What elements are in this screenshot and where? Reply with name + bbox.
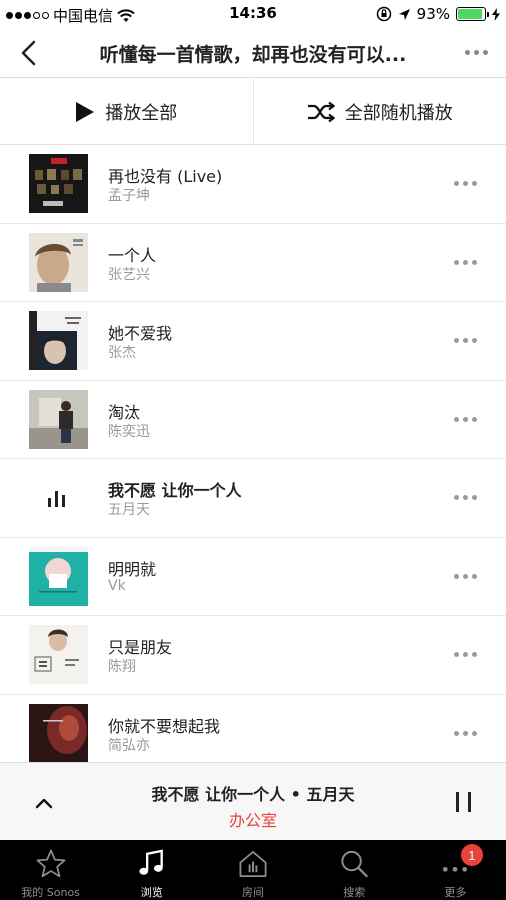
track-row[interactable]: 再也没有 (Live) 孟子坤 xyxy=(0,145,506,224)
play-actions: 播放全部 全部随机播放 xyxy=(0,79,506,145)
now-playing-track: 我不愿 让你一个人 • 五月天 xyxy=(151,785,355,804)
track-more-icon[interactable] xyxy=(454,652,477,657)
album-art xyxy=(29,232,88,292)
tab-my-sonos[interactable]: 我的 Sonos xyxy=(0,840,101,900)
track-more-icon[interactable] xyxy=(454,495,477,500)
tab-label: 搜索 xyxy=(343,886,366,899)
track-artist: 简弘亦 xyxy=(108,737,150,754)
tab-label: 更多 xyxy=(444,886,467,899)
album-art xyxy=(29,625,88,684)
shuffle-icon xyxy=(307,101,335,122)
play-icon xyxy=(76,101,95,122)
track-artist: Vk xyxy=(108,577,126,594)
track-row[interactable]: 明明就 Vk xyxy=(0,538,506,616)
battery-percent: 93% xyxy=(416,5,450,23)
shuffle-all-button[interactable]: 全部随机播放 xyxy=(254,79,506,144)
now-playing-bar[interactable]: 我不愿 让你一个人 • 五月天 办公室 xyxy=(0,762,506,840)
track-row[interactable]: 一个人 张艺兴 xyxy=(0,224,506,302)
track-title: 再也没有 (Live) xyxy=(108,167,223,186)
back-chevron-icon[interactable] xyxy=(14,38,44,68)
track-list: 再也没有 (Live) 孟子坤 一个人 张艺兴 她不爱我 张杰 淘汰 陈奕迅 我… xyxy=(0,145,506,762)
track-more-icon[interactable] xyxy=(454,730,477,736)
status-bar: 中国电信 14:36 93% xyxy=(0,0,506,28)
track-title: 淘汰 xyxy=(108,402,141,422)
page-title: 听懂每一首情歌，却再也没有可以... xyxy=(99,44,407,66)
album-art xyxy=(29,703,88,762)
track-more-icon[interactable] xyxy=(454,338,477,343)
orientation-lock-icon xyxy=(376,6,391,22)
room-icon xyxy=(239,851,267,877)
tab-search[interactable]: 搜索 xyxy=(304,840,405,900)
tab-browse[interactable]: 浏览 xyxy=(101,840,202,900)
pause-icon[interactable] xyxy=(456,792,471,812)
tab-bar: 我的 Sonos 浏览 房间 搜索 1 更多 xyxy=(0,840,506,900)
track-artist: 陈翔 xyxy=(108,659,136,675)
search-icon xyxy=(341,850,368,878)
track-artist: 五月天 xyxy=(108,502,150,518)
track-title: 明明就 xyxy=(108,559,157,579)
track-more-icon[interactable] xyxy=(454,416,477,422)
track-more-icon[interactable] xyxy=(454,259,477,265)
album-art xyxy=(29,154,88,213)
album-art xyxy=(29,546,88,606)
battery-icon xyxy=(456,7,489,21)
charging-icon xyxy=(492,7,500,21)
track-title: 一个人 xyxy=(108,245,157,265)
album-art xyxy=(29,311,88,370)
track-artist: 孟子坤 xyxy=(108,188,150,204)
more-options-icon[interactable] xyxy=(465,50,488,55)
tab-label: 浏览 xyxy=(140,886,163,899)
location-icon xyxy=(398,8,410,20)
track-more-icon[interactable] xyxy=(454,573,477,579)
shuffle-all-label: 全部随机播放 xyxy=(344,102,453,124)
track-row[interactable]: 只是朋友 陈翔 xyxy=(0,616,506,695)
album-art xyxy=(29,389,88,449)
tab-rooms[interactable]: 房间 xyxy=(202,840,303,900)
now-playing-bars-icon xyxy=(48,489,65,507)
nav-header: 听懂每一首情歌，却再也没有可以... xyxy=(0,28,506,78)
music-note-icon xyxy=(139,849,163,875)
track-title: 你就不要想起我 xyxy=(108,716,221,736)
now-playing-room[interactable]: 办公室 xyxy=(80,807,426,831)
play-all-button[interactable]: 播放全部 xyxy=(0,79,254,144)
track-title: 她不爱我 xyxy=(108,324,173,343)
notification-badge: 1 xyxy=(460,844,483,866)
tab-label: 我的 Sonos xyxy=(21,886,80,899)
play-all-label: 播放全部 xyxy=(105,102,178,124)
track-title: 只是朋友 xyxy=(108,638,173,657)
track-artist: 张杰 xyxy=(108,345,136,361)
chevron-up-icon[interactable] xyxy=(32,791,56,815)
track-artist: 陈奕迅 xyxy=(108,423,150,440)
track-row[interactable]: 你就不要想起我 简弘亦 xyxy=(0,695,506,762)
track-more-icon[interactable] xyxy=(454,181,477,186)
tab-more[interactable]: 1 更多 xyxy=(405,840,506,900)
track-row[interactable]: 淘汰 陈奕迅 xyxy=(0,381,506,459)
tab-label: 房间 xyxy=(242,886,264,899)
track-title: 我不愿 让你一个人 xyxy=(108,481,242,500)
track-row-playing[interactable]: 我不愿 让你一个人 五月天 xyxy=(0,459,506,538)
track-row[interactable]: 她不爱我 张杰 xyxy=(0,302,506,381)
star-icon xyxy=(36,849,66,878)
track-artist: 张艺兴 xyxy=(108,266,150,283)
